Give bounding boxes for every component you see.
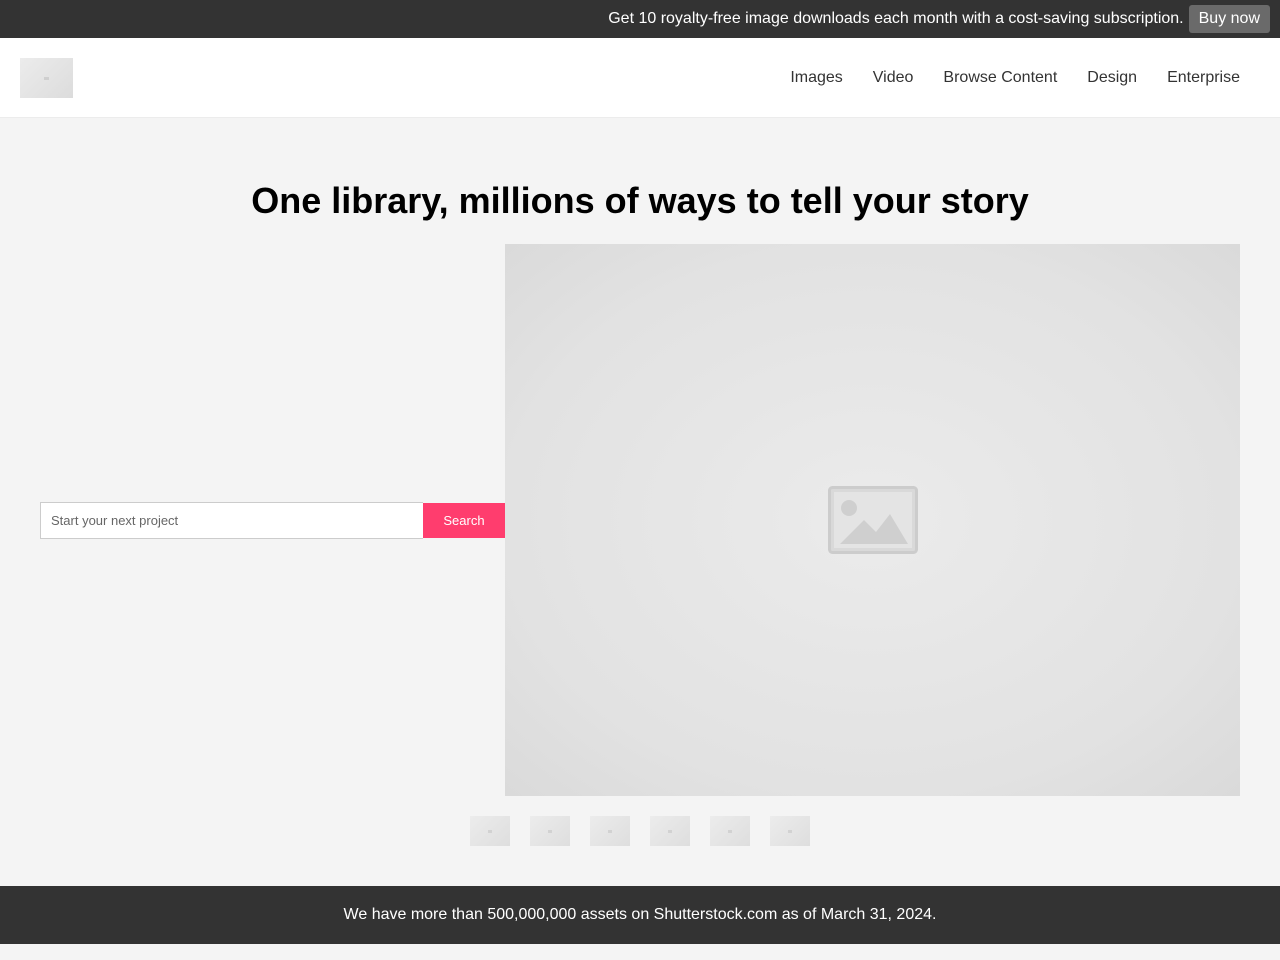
image-placeholder-icon bbox=[608, 829, 612, 833]
search-form: Search bbox=[40, 502, 505, 539]
site-header: Images Video Browse Content Design Enter… bbox=[0, 38, 1280, 118]
thumbnail[interactable] bbox=[470, 816, 510, 846]
nav-item-images[interactable]: Images bbox=[790, 69, 842, 87]
hero-image bbox=[505, 244, 1240, 796]
image-placeholder-icon bbox=[788, 829, 792, 833]
nav-item-video[interactable]: Video bbox=[873, 69, 914, 87]
main-nav: Images Video Browse Content Design Enter… bbox=[760, 38, 1240, 118]
search-button[interactable]: Search bbox=[423, 503, 505, 538]
image-placeholder-icon bbox=[827, 486, 918, 554]
image-placeholder-icon bbox=[728, 829, 732, 833]
nav-item-browse-content[interactable]: Browse Content bbox=[943, 69, 1057, 87]
hero-title: One library, millions of ways to tell yo… bbox=[251, 180, 1029, 221]
image-placeholder-icon bbox=[44, 76, 49, 80]
nav-item-enterprise[interactable]: Enterprise bbox=[1167, 69, 1240, 87]
image-placeholder-icon bbox=[668, 829, 672, 833]
thumbnail[interactable] bbox=[710, 816, 750, 846]
buy-now-button[interactable]: Buy now bbox=[1188, 5, 1270, 33]
image-placeholder-icon bbox=[548, 829, 552, 833]
nav-item-design[interactable]: Design bbox=[1087, 69, 1137, 87]
thumbnail[interactable] bbox=[590, 816, 630, 846]
image-placeholder-icon bbox=[488, 829, 492, 833]
promo-bar: Get 10 royalty-free image downloads each… bbox=[0, 0, 1280, 38]
thumbnail[interactable] bbox=[770, 816, 810, 846]
footer-bar: We have more than 500,000,000 assets on … bbox=[0, 886, 1280, 944]
thumbnail-strip bbox=[470, 816, 830, 846]
thumbnail[interactable] bbox=[530, 816, 570, 846]
logo[interactable] bbox=[20, 58, 73, 98]
promo-text: Get 10 royalty-free image downloads each… bbox=[608, 10, 1184, 27]
footer-text: We have more than 500,000,000 assets on … bbox=[343, 906, 937, 923]
thumbnail[interactable] bbox=[650, 816, 690, 846]
search-input[interactable] bbox=[40, 502, 423, 539]
